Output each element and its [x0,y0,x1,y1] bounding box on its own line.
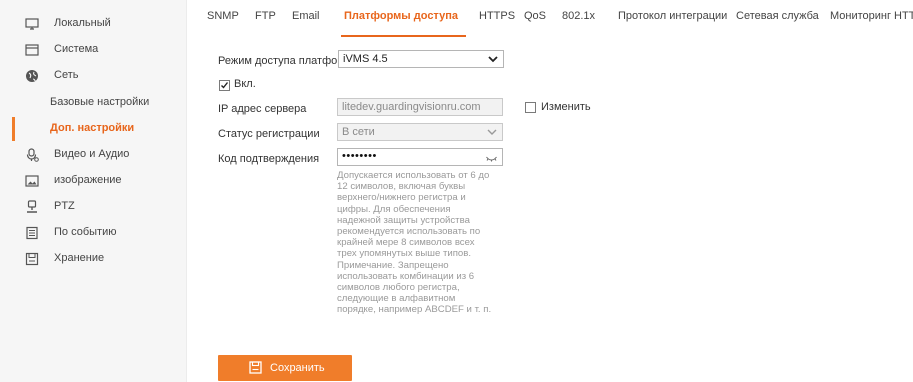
mode-select-value: iVMS 4.5 [343,53,388,65]
mic-icon [26,148,39,162]
hint-line: надежной защиты устройства [337,214,470,226]
tab-8021x[interactable]: 802.1x [562,10,595,22]
sidebar-item-label: Локальный [54,17,111,29]
verification-code-input[interactable]: •••••••• [337,148,503,166]
server-address-value: litedev.guardingvisionru.com [342,101,481,113]
sidebar-item-label: Система [54,43,99,55]
tab-http-monitoring[interactable]: Мониторинг HTTP [830,10,913,22]
sidebar-item-local[interactable]: Локальный [0,12,186,36]
sidebar-item-event[interactable]: По событию [0,221,186,245]
hint-line: использовать комбинации из 6 [337,270,475,282]
tab-access-platforms[interactable]: Платформы доступа [344,10,458,22]
status-label: Статус регистрации [218,128,320,140]
chevron-down-icon [488,56,498,63]
hint-line: трех упомянутых выше типов. [337,248,472,260]
sidebar-item-label: PTZ [54,200,75,212]
mode-select[interactable]: iVMS 4.5 [338,50,504,68]
tab-email[interactable]: Email [292,10,320,22]
sidebar-item-video-audio[interactable]: Видео и Аудио [0,143,186,167]
status-select[interactable]: В сети [337,123,503,141]
tab-network-service[interactable]: Сетевая служба [736,10,819,22]
window-icon [25,44,39,56]
sidebar-item-basic-settings[interactable]: Базовые настройки [0,91,186,115]
hint-line: порядке, например ABCDEF и т. п. [337,304,492,316]
enable-label: Вкл. [234,78,256,90]
sidebar-item-label: Доп. настройки [50,122,135,134]
active-tab-underline [341,35,466,37]
hint-line: рекомендуется использовать по [337,226,481,238]
tab-ftp[interactable]: FTP [255,10,276,22]
event-icon [26,226,38,240]
sidebar-item-storage[interactable]: Хранение [0,247,186,271]
save-button-label: Сохранить [270,362,325,374]
hint-line: символов любого регистра, [337,282,460,294]
password-hint: Допускается использовать от 6 до 12 симв… [337,170,505,316]
sidebar: Локальный Система Сеть Базовые настройки… [0,0,187,382]
sidebar-item-label: изображение [54,174,122,186]
hint-line: Допускается использовать от 6 до [337,170,490,181]
server-label: IP адрес сервера [218,103,307,115]
change-checkbox[interactable] [525,102,536,113]
sidebar-item-label: По событию [54,226,117,238]
check-icon [221,82,229,89]
mode-label: Режим доступа платфор... [218,55,353,67]
storage-icon [25,252,39,266]
code-label: Код подтверждения [218,153,320,165]
chevron-down-icon [487,129,497,135]
tab-qos[interactable]: QoS [524,10,546,22]
globe-icon [26,70,38,82]
sidebar-item-label: Хранение [54,252,105,264]
sidebar-item-network[interactable]: Сеть [0,64,186,88]
sidebar-item-label: Базовые настройки [50,96,150,108]
monitor-icon [25,18,39,30]
tab-snmp[interactable]: SNMP [207,10,239,22]
hint-line: следующие в алфавитном [337,293,456,305]
image-icon [25,175,39,187]
tab-bar: SNMP FTP Email Платформы доступа HTTPS Q… [186,0,913,37]
verification-code-value: •••••••• [342,150,377,162]
save-button[interactable]: Сохранить [218,355,352,381]
sidebar-item-system[interactable]: Система [0,38,186,62]
tab-integration-protocol[interactable]: Протокол интеграции [618,10,727,22]
server-address-input[interactable]: litedev.guardingvisionru.com [337,98,503,116]
sidebar-item-ptz[interactable]: PTZ [0,195,186,219]
eye-closed-icon[interactable] [485,152,498,164]
sidebar-item-label: Видео и Аудио [54,148,130,160]
hint-line: верхнего/нижнего регистра и [337,192,466,204]
hint-line: 12 символов, включая буквы [337,181,466,193]
status-select-value: В сети [342,126,375,138]
sidebar-item-advanced-settings[interactable]: Доп. настройки [0,117,186,141]
hint-line: цифры. Для обеспечения [337,203,451,215]
sidebar-item-label: Сеть [54,69,79,81]
enable-checkbox[interactable] [219,80,230,91]
save-icon [249,361,262,374]
ptz-icon [27,200,37,213]
tab-https[interactable]: HTTPS [479,10,515,22]
change-label: Изменить [541,101,591,113]
sidebar-item-image[interactable]: изображение [0,169,186,193]
hint-line: крайней мере 8 символов всех [337,237,475,249]
hint-line: Примечание. Запрещено [337,259,449,271]
